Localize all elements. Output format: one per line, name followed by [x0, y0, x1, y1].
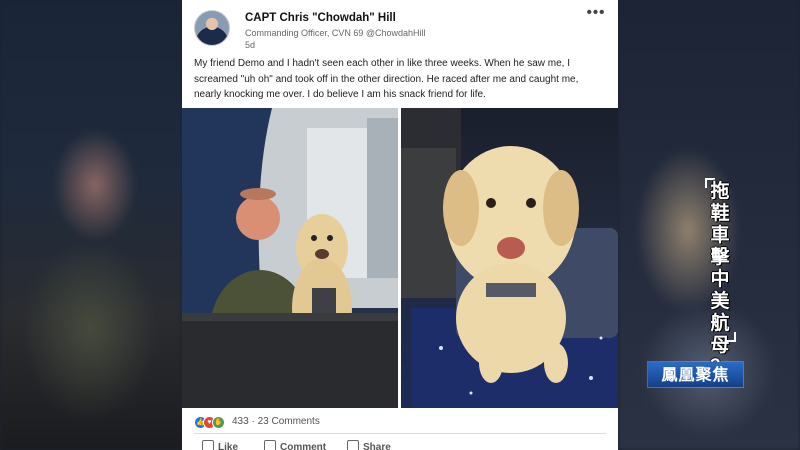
like-button[interactable]: Like [202, 440, 238, 450]
headline-char: 車 [710, 224, 730, 246]
headline-char: 鞋 [710, 202, 730, 224]
headline-char: 中 [710, 268, 730, 290]
photo-illustration [401, 108, 618, 408]
author-name[interactable]: CAPT Chris "Chowdah" Hill [245, 12, 396, 24]
post-age: 5d [245, 40, 256, 50]
post-card: CAPT Chris "Chowdah" Hill Commanding Off… [182, 0, 618, 450]
author-avatar[interactable] [194, 10, 230, 46]
more-options-button[interactable]: ••• [586, 5, 606, 22]
headline-char: 拖 [710, 180, 730, 202]
channel-logo: 鳳凰聚焦 [648, 362, 743, 387]
post-header: CAPT Chris "Chowdah" Hill Commanding Off… [194, 5, 606, 50]
share-label: Share [363, 442, 391, 450]
comment-button[interactable]: Comment [264, 440, 326, 450]
headline-char: 美 [710, 290, 730, 312]
post-actions: Like Comment Share [202, 440, 602, 450]
headline-char: 航 [710, 312, 730, 334]
blurred-background-left [0, 0, 182, 450]
post-photo-dog-on-ottoman[interactable] [401, 108, 618, 408]
comment-label: Comment [280, 442, 327, 450]
like-label: Like [218, 442, 239, 450]
celebrate-reaction-icon: ✋ [212, 416, 225, 429]
post-text: My friend Demo and I hadn't seen each ot… [194, 58, 579, 100]
author-subtitle: Commanding Officer, CVN 69 @ChowdahHill [245, 28, 426, 38]
like-icon [202, 440, 214, 450]
post-photo-man-with-dog[interactable] [182, 108, 398, 408]
divider [194, 433, 606, 434]
photo-illustration [182, 108, 398, 408]
reaction-comment-count[interactable]: 433 · 23 Comments [232, 416, 320, 427]
vertical-headline: 拖 鞋 車 擊 中 美 航 母 ？ [706, 180, 734, 378]
share-icon [347, 440, 359, 450]
share-button[interactable]: Share [347, 440, 391, 450]
headline-char: 擊 [710, 246, 730, 268]
comment-icon [264, 440, 276, 450]
title-bracket-bottom [726, 332, 736, 342]
